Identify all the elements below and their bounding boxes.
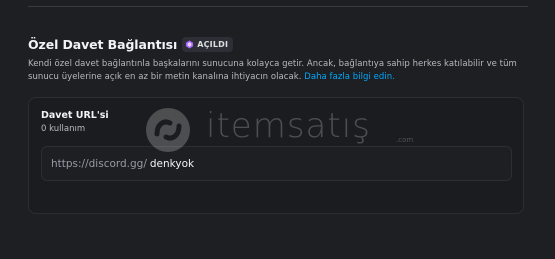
section-description: Kendi özel davet bağlantınla başkalarını… [28, 58, 528, 84]
invite-url-card: Davet URL'si 0 kullanım https://discord.… [28, 97, 524, 214]
invite-url-label: Davet URL'si [41, 110, 109, 121]
boost-gem-icon [186, 40, 194, 49]
learn-more-link[interactable]: Daha fazla bilgi edin. [304, 72, 395, 82]
vanity-url-input[interactable]: https://discord.gg/ denkyok [41, 146, 512, 181]
page-title: Özel Davet Bağlantısı [28, 37, 178, 52]
status-badge-label: AÇILDI [197, 40, 229, 49]
url-prefix: https://discord.gg/ [51, 157, 147, 170]
top-divider [28, 6, 528, 7]
description-text: Kendi özel davet bağlantınla başkalarını… [28, 59, 517, 82]
status-badge: AÇILDI [182, 37, 234, 52]
usage-count: 0 kullanım [41, 124, 86, 134]
url-value[interactable]: denkyok [150, 158, 194, 170]
section-heading: Özel Davet Bağlantısı AÇILDI [28, 37, 234, 52]
